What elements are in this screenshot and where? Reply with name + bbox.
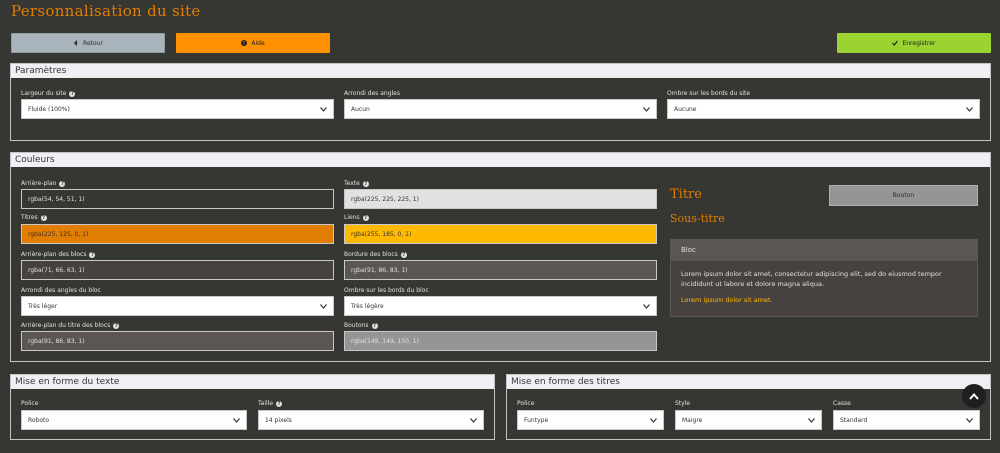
- block-corners-select[interactable]: Très léger: [21, 296, 334, 316]
- help-icon[interactable]: ?: [59, 180, 66, 187]
- block-title-bg-label: Arrière-plan du titre des blocs?: [21, 322, 120, 329]
- text-format-panel: Mise en forme du texte: [10, 374, 495, 440]
- help-button[interactable]: ? Aide: [176, 33, 330, 53]
- parametres-panel-title: Paramètres: [11, 64, 990, 78]
- help-icon[interactable]: ?: [69, 90, 76, 97]
- titles-style-label: Style: [675, 400, 691, 407]
- page-title: Personnalisation du site: [11, 2, 201, 20]
- site-width-label: Largeur du site?: [21, 90, 76, 97]
- block-border-color-label: Bordure des blocs?: [344, 251, 407, 258]
- help-button-label: Aide: [251, 39, 265, 47]
- preview-title: Titre: [670, 187, 702, 202]
- scroll-to-top-button[interactable]: [962, 384, 986, 408]
- site-shadow-select[interactable]: Aucune: [667, 99, 980, 119]
- preview-button[interactable]: Bouton: [829, 185, 978, 206]
- block-bg-color-input[interactable]: rgba(71, 66, 63, 1): [21, 260, 334, 280]
- chevron-down-icon: [470, 417, 477, 423]
- caret-left-icon: [74, 40, 78, 46]
- text-font-label: Police: [21, 400, 39, 407]
- titles-font-select[interactable]: Funtype: [517, 410, 664, 430]
- help-icon[interactable]: ?: [276, 400, 283, 407]
- help-icon[interactable]: ?: [371, 322, 378, 329]
- help-icon[interactable]: ?: [89, 251, 96, 258]
- titles-color-input[interactable]: rgba(225, 125, 0, 1): [21, 224, 334, 244]
- block-shadow-select[interactable]: Très légère: [344, 296, 657, 316]
- titles-format-panel: Mise en forme des titres: [506, 374, 991, 440]
- preview-block-title: Bloc: [671, 240, 977, 261]
- chevron-down-icon: [233, 417, 240, 423]
- corners-label: Arrondi des angles: [344, 90, 400, 97]
- titles-style-select[interactable]: Maigre: [675, 410, 822, 430]
- links-color-label: Liens?: [344, 214, 369, 221]
- chevron-up-icon: [969, 392, 979, 400]
- block-corners-label: Arrondi des angles du bloc: [21, 287, 101, 294]
- svg-text:?: ?: [243, 41, 246, 46]
- titles-case-label: Casse: [833, 400, 851, 407]
- text-size-select[interactable]: 14 pixels: [258, 410, 484, 430]
- preview-subtitle: Sous-titre: [670, 212, 725, 225]
- block-title-bg-input[interactable]: rgba(91, 86, 83, 1): [21, 331, 334, 351]
- preview-block: Bloc Lorem ipsum dolor sit amet, consect…: [670, 239, 978, 317]
- chevron-down-icon: [643, 303, 650, 309]
- background-color-input[interactable]: rgba(54, 54, 51, 1): [21, 189, 334, 209]
- help-icon[interactable]: ?: [362, 180, 369, 187]
- text-color-input[interactable]: rgba(225, 225, 225, 1): [344, 189, 657, 209]
- help-icon[interactable]: ?: [362, 214, 369, 221]
- titles-color-label: Titres?: [21, 214, 47, 221]
- text-size-label: Taille?: [258, 400, 283, 407]
- corners-select[interactable]: Aucun: [344, 99, 657, 119]
- links-color-input[interactable]: rgba(255, 185, 0, 1): [344, 224, 657, 244]
- chevron-down-icon: [320, 303, 327, 309]
- text-color-label: Texte?: [344, 180, 369, 187]
- chevron-down-icon: [808, 417, 815, 423]
- check-icon: [892, 40, 899, 46]
- back-button-label: Retour: [83, 39, 103, 47]
- back-button[interactable]: Retour: [11, 33, 165, 53]
- text-font-select[interactable]: Roboto: [21, 410, 247, 430]
- help-icon[interactable]: ?: [40, 214, 47, 221]
- save-button[interactable]: Enregistrer: [837, 33, 991, 53]
- buttons-color-label: Boutons?: [344, 322, 378, 329]
- block-shadow-label: Ombre sur les bords du bloc: [344, 287, 429, 294]
- chevron-down-icon: [320, 106, 327, 112]
- couleurs-panel-title: Couleurs: [11, 153, 990, 167]
- site-shadow-label: Ombre sur les bords du site: [667, 90, 751, 97]
- preview-block-text: Lorem ipsum dolor sit amet, consectetur …: [681, 270, 942, 288]
- site-width-select[interactable]: Fluide (100%): [21, 99, 334, 119]
- chevron-down-icon: [643, 106, 650, 112]
- preview-block-link[interactable]: Lorem ipsum dolor sit amet.: [681, 295, 967, 305]
- help-icon[interactable]: ?: [400, 251, 407, 258]
- save-button-label: Enregistrer: [902, 39, 936, 47]
- background-color-label: Arrière-plan?: [21, 180, 66, 187]
- chevron-down-icon: [966, 417, 973, 423]
- buttons-color-input[interactable]: rgba(149, 149, 150, 1): [344, 331, 657, 351]
- preview-block-body: Lorem ipsum dolor sit amet, consectetur …: [671, 261, 977, 313]
- titles-format-panel-title: Mise en forme des titres: [507, 375, 990, 389]
- block-border-color-input[interactable]: rgba(91, 86, 83, 1): [344, 260, 657, 280]
- chevron-down-icon: [966, 106, 973, 112]
- titles-font-label: Police: [517, 400, 535, 407]
- text-format-panel-title: Mise en forme du texte: [11, 375, 494, 389]
- question-circle-icon: ?: [241, 40, 248, 46]
- block-bg-color-label: Arrière-plan des blocs?: [21, 251, 96, 258]
- chevron-down-icon: [650, 417, 657, 423]
- titles-case-select[interactable]: Standard: [833, 410, 980, 430]
- help-icon[interactable]: ?: [113, 322, 120, 329]
